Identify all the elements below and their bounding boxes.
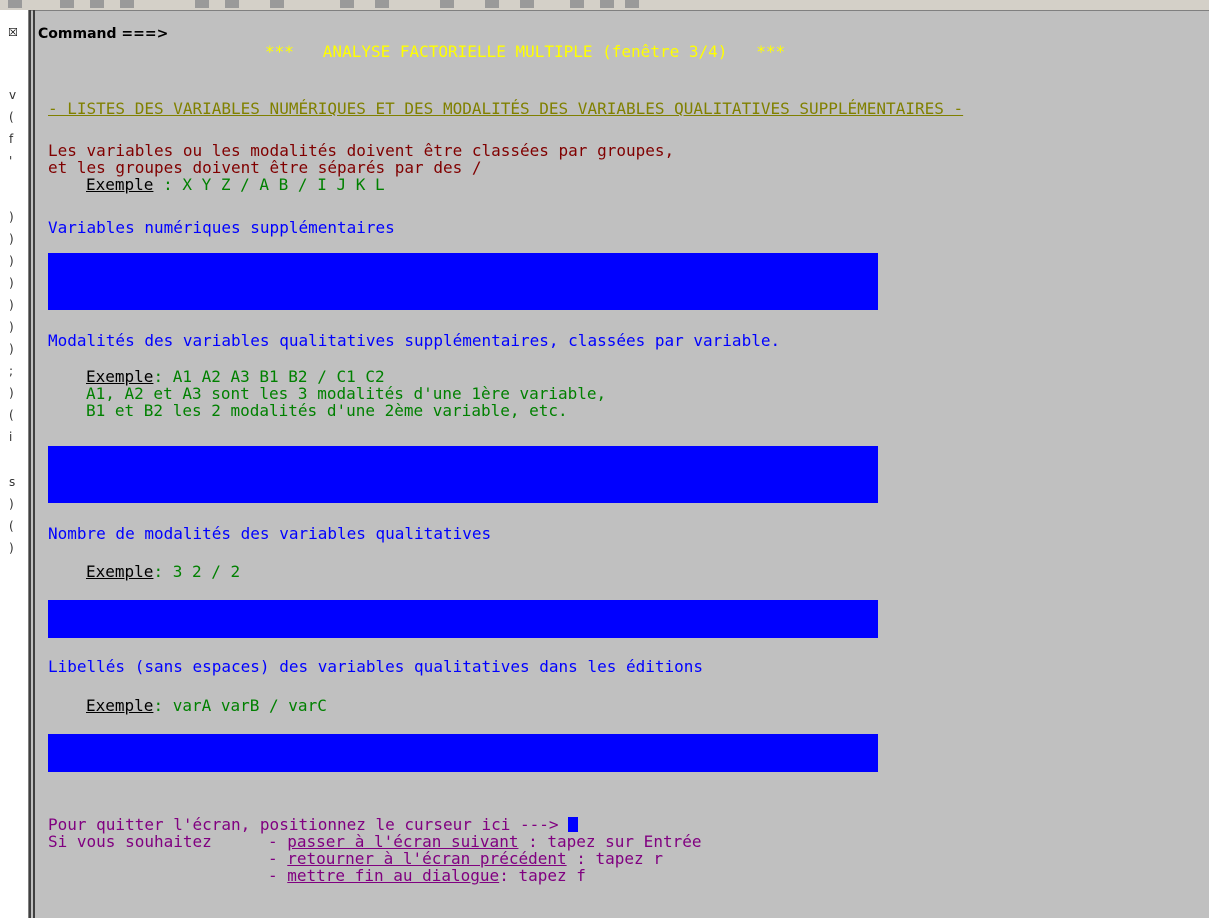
toolbar-button[interactable] <box>440 0 454 8</box>
section-label: Variables numériques supplémentaires <box>48 218 395 237</box>
example-word: Exemple <box>86 562 154 581</box>
panel-glyph: ) <box>9 320 14 334</box>
window-border <box>33 10 35 918</box>
panel-glyph: ) <box>9 276 14 290</box>
panel-glyph: ( <box>9 519 14 533</box>
example-text: : X Y Z / A B / I J K L <box>153 175 385 194</box>
side-panel: ☒ v ( f ' ) ) ) ) ) ) ) ; ) ( i s ) ( ) <box>0 10 29 918</box>
toolbar-button[interactable] <box>8 0 22 8</box>
panel-glyph: ) <box>9 386 14 400</box>
qualitative-modalities-field[interactable] <box>48 446 878 503</box>
quit-instruction: Pour quitter l'écran, positionnez le cur… <box>48 816 579 833</box>
window-border <box>29 10 31 918</box>
option-dash: - <box>268 866 288 885</box>
toolbar-button[interactable] <box>90 0 104 8</box>
preview-button[interactable] <box>225 0 239 8</box>
print-button[interactable] <box>195 0 209 8</box>
command-label: Command ===> <box>38 26 169 42</box>
example-text: : varA varB / varC <box>153 696 327 715</box>
panel-glyph: ) <box>9 541 14 555</box>
copy-button[interactable] <box>340 0 354 8</box>
toolbar-button[interactable] <box>120 0 134 8</box>
section-label: Nombre de modalités des variables qualit… <box>48 524 492 543</box>
panel-glyph: ) <box>9 342 14 356</box>
page-title: *** ANALYSE FACTORIELLE MULTIPLE (fenêtr… <box>265 42 786 61</box>
toolbar-button[interactable] <box>520 0 534 8</box>
section-header: - LISTES DES VARIABLES NUMÉRIQUES ET DES… <box>48 99 964 118</box>
instruction-line: et les groupes doivent être séparés par … <box>48 158 482 177</box>
section-example: Exemple: A1 A2 A3 B1 B2 / C1 C2 <box>86 368 385 385</box>
footer-option: - retourner à l'écran précédent : tapez … <box>268 850 663 867</box>
toolbar-button[interactable] <box>600 0 614 8</box>
example-word: Exemple <box>86 696 154 715</box>
section-label: Libellés (sans espaces) des variables qu… <box>48 657 704 676</box>
panel-glyph: ) <box>9 232 14 246</box>
end-dialogue-link[interactable]: mettre fin au dialogue <box>287 866 499 885</box>
panel-glyph: ) <box>9 254 14 268</box>
numeric-variables-field[interactable] <box>48 253 878 310</box>
example-text: : 3 2 / 2 <box>153 562 241 581</box>
panel-glyph: v <box>9 88 17 102</box>
paste-button[interactable] <box>375 0 389 8</box>
panel-glyph: i <box>9 430 13 444</box>
panel-glyph: f <box>9 132 14 146</box>
toolbar-button[interactable] <box>625 0 639 8</box>
command-input[interactable] <box>150 26 850 43</box>
footer-option: - passer à l'écran suivant : tapez sur E… <box>268 833 701 850</box>
modality-count-field[interactable] <box>48 600 878 638</box>
panel-glyph: ) <box>9 210 14 224</box>
section-example: Exemple: 3 2 / 2 <box>86 563 240 580</box>
panel-glyph: ) <box>9 497 14 511</box>
toolbar-button[interactable] <box>485 0 499 8</box>
section-example: Exemple: varA varB / varC <box>86 697 327 714</box>
panel-glyph: ; <box>9 364 14 378</box>
option-rest: : tapez f <box>499 866 586 885</box>
toolbar-button[interactable] <box>60 0 74 8</box>
panel-glyph: ( <box>9 408 14 422</box>
close-icon[interactable]: ☒ <box>8 26 18 39</box>
variable-labels-field[interactable] <box>48 734 878 772</box>
cut-button[interactable] <box>270 0 284 8</box>
panel-glyph: s <box>9 475 16 489</box>
instruction-example: Exemple : X Y Z / A B / I J K L <box>86 176 385 193</box>
section-label: Modalités des variables qualitatives sup… <box>48 331 781 350</box>
help-button[interactable] <box>570 0 584 8</box>
example-line: A1, A2 et A3 sont les 3 modalités d'une … <box>86 384 607 403</box>
example-line: B1 et B2 les 2 modalités d'une 2ème vari… <box>86 401 568 420</box>
instruction-line: Les variables ou les modalités doivent ê… <box>48 141 675 160</box>
panel-glyph: ) <box>9 298 14 312</box>
example-word: Exemple <box>86 175 154 194</box>
footer-option: - mettre fin au dialogue: tapez f <box>268 867 586 884</box>
panel-glyph: ( <box>9 110 14 124</box>
wish-text: Si vous souhaitez <box>48 832 212 851</box>
panel-glyph: ' <box>9 154 13 168</box>
toolbar <box>0 0 1209 11</box>
cursor-target[interactable] <box>568 817 579 832</box>
